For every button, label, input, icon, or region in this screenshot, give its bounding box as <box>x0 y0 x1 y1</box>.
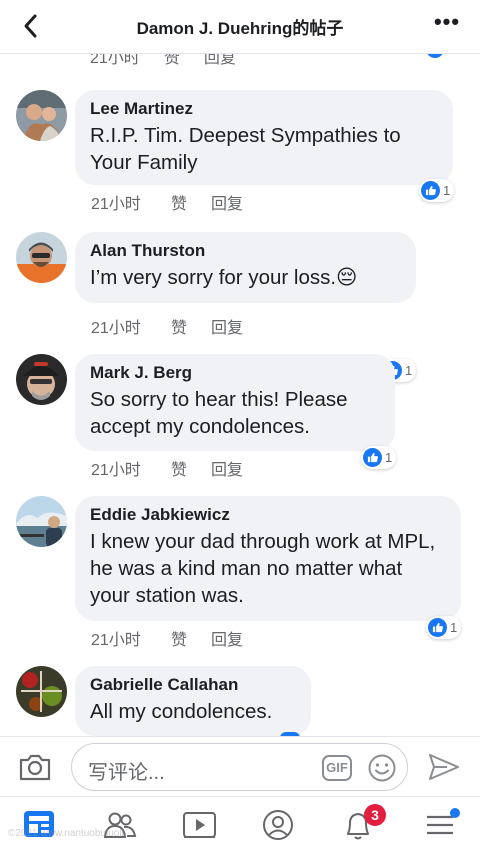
comment-input[interactable]: 写评论... GIF <box>71 743 408 791</box>
comment-bubble[interactable]: Mark J. Berg So sorry to hear this! Plea… <box>75 354 395 451</box>
like-link[interactable]: 赞 <box>171 456 211 480</box>
gif-button[interactable]: GIF <box>322 755 352 781</box>
tab-watch[interactable] <box>180 807 220 843</box>
page-title: Damon J. Duehring的帖子 <box>136 19 344 38</box>
chevron-left-icon <box>24 14 37 38</box>
comment-text: All my condolences. <box>90 700 273 723</box>
reply-link[interactable]: 回复 <box>211 456 271 480</box>
tab-profile[interactable] <box>258 807 298 843</box>
reaction-count: 1 <box>405 363 413 378</box>
comment-placeholder: 写评论... <box>88 762 165 784</box>
comment-actions: 21小时 赞 回复 <box>91 626 271 650</box>
avatar[interactable] <box>16 666 67 717</box>
thumbs-up-icon <box>421 181 440 200</box>
camera-icon <box>19 754 51 781</box>
thumbs-up-icon <box>428 618 447 637</box>
top-bar: Damon J. Duehring的帖子 ••• <box>0 0 480 54</box>
back-button[interactable] <box>18 12 46 40</box>
commenter-name[interactable]: Mark J. Berg <box>90 362 379 384</box>
emoji-button[interactable] <box>367 753 397 783</box>
commenter-name[interactable]: Gabrielle Callahan <box>90 674 295 696</box>
reaction-badge[interactable]: 1 <box>361 446 397 469</box>
avatar[interactable] <box>16 354 67 405</box>
reply-link[interactable]: 回复 <box>211 626 271 650</box>
like-link[interactable]: 赞 <box>171 314 211 338</box>
reaction-count: 1 <box>443 183 451 198</box>
bottom-tab-bar <box>0 796 480 853</box>
comment-time[interactable]: 21小时 <box>91 456 171 480</box>
avatar[interactable] <box>16 232 67 283</box>
like-link[interactable]: 赞 <box>171 190 211 214</box>
commenter-name[interactable]: Lee Martinez <box>90 98 437 120</box>
comment-bubble[interactable]: Eddie Jabkiewicz I knew your dad through… <box>75 496 461 621</box>
reaction-badge[interactable]: 1 <box>419 179 455 202</box>
send-button[interactable] <box>427 752 461 782</box>
comment-actions: 21小时 赞 回复 <box>91 190 271 214</box>
comment-time[interactable]: 21小时 <box>91 626 171 650</box>
comment-actions: 21小时 赞 回复 <box>91 456 271 480</box>
reaction-badge[interactable] <box>424 54 446 60</box>
comments-feed[interactable]: 21小时 赞 回复 Lee Martinez R.I.P. Tim. Deepe… <box>0 54 480 736</box>
reply-link[interactable]: 回复 <box>211 314 271 338</box>
reaction-count: 1 <box>450 620 458 635</box>
menu-indicator-dot <box>450 808 460 818</box>
commenter-name[interactable]: Alan Thurston <box>90 240 400 262</box>
comment-text: I’m very sorry for your loss.😔 <box>90 266 358 289</box>
send-icon <box>429 754 459 780</box>
like-link[interactable]: 赞 <box>171 626 211 650</box>
more-options-button[interactable]: ••• <box>432 11 462 40</box>
reaction-badge[interactable]: 1 <box>426 616 462 639</box>
reaction-count: 1 <box>385 450 393 465</box>
reply-link[interactable]: 回复 <box>211 190 271 214</box>
watermark: ©2021 www.nantuobuluoli... <box>8 828 133 839</box>
like-link[interactable]: 赞 <box>164 54 180 68</box>
comment-bubble[interactable]: Alan Thurston I’m very sorry for your lo… <box>75 232 416 303</box>
video-play-icon <box>183 812 216 838</box>
comment-text: I knew your dad through work at MPL, he … <box>90 530 436 607</box>
comment-time[interactable]: 21小时 <box>91 190 171 214</box>
reply-link[interactable]: 回复 <box>204 54 236 68</box>
comment-text: So sorry to hear this! Please accept my … <box>90 388 348 438</box>
comment-bubble[interactable]: Lee Martinez R.I.P. Tim. Deepest Sympath… <box>75 90 453 185</box>
thumbs-up-icon <box>363 448 382 467</box>
commenter-name[interactable]: Eddie Jabkiewicz <box>90 504 445 526</box>
comment-time: 21小时 <box>90 54 140 67</box>
comment-bubble[interactable]: Gabrielle Callahan All my condolences. <box>75 666 311 736</box>
comment-text: R.I.P. Tim. Deepest Sympathies to Your F… <box>90 124 401 174</box>
comment-composer: 写评论... GIF <box>0 736 480 796</box>
smiley-icon <box>368 754 396 782</box>
notification-badge: 3 <box>364 804 386 826</box>
previous-comment-actions: 21小时 赞 回复 <box>90 54 236 68</box>
comment-actions: 21小时 赞 回复 <box>91 314 271 338</box>
avatar[interactable] <box>16 90 67 141</box>
avatar[interactable] <box>16 496 67 547</box>
comment-time[interactable]: 21小时 <box>91 314 171 338</box>
profile-icon <box>263 810 293 840</box>
camera-button[interactable] <box>18 752 52 782</box>
